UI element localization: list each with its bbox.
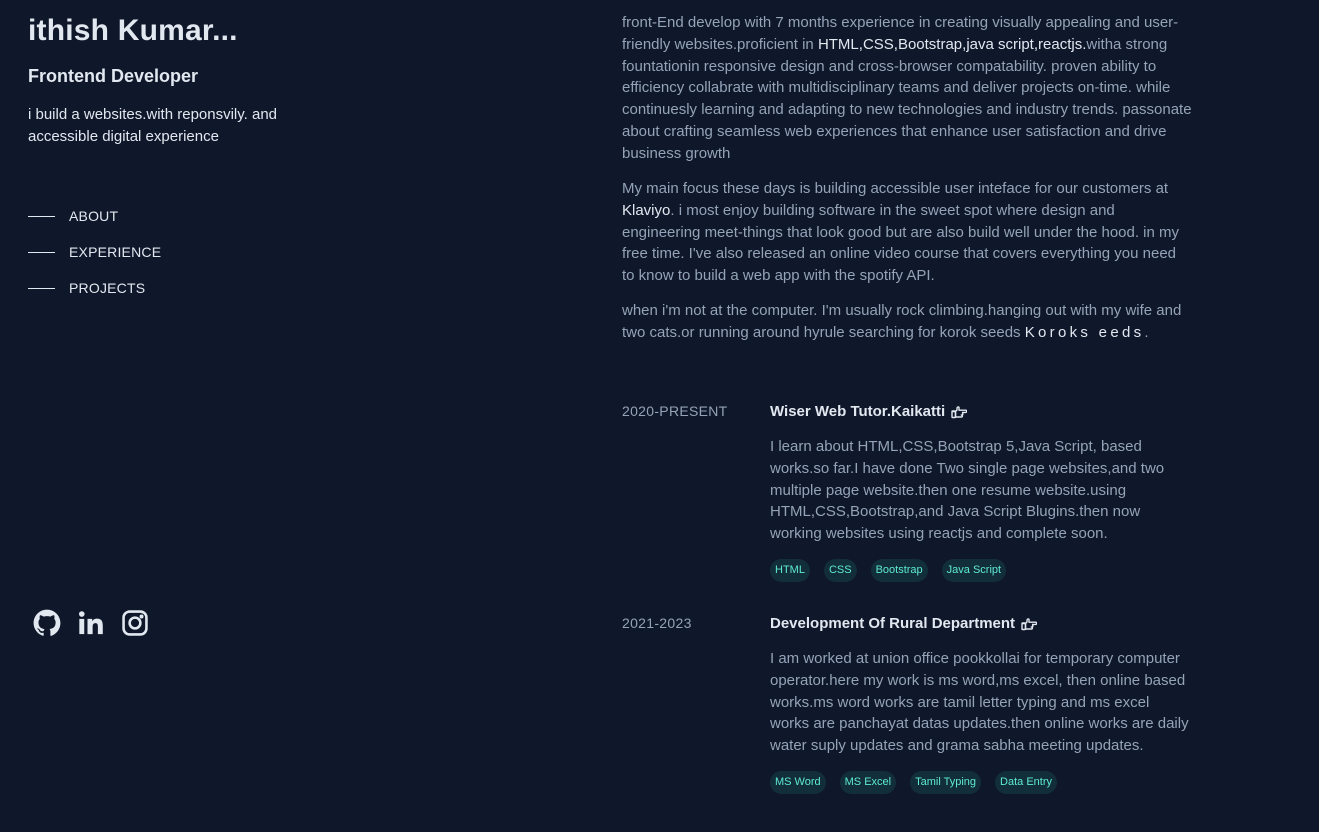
korok-seeds-link[interactable]: Koroks eeds <box>1025 324 1145 341</box>
tech-tag: MS Excel <box>839 770 897 794</box>
nav-item-label: ABOUT <box>69 208 119 224</box>
tech-tag: CSS <box>823 558 857 582</box>
experience-title: Wiser Web Tutor.Kaikatti <box>770 403 946 420</box>
klaviyo-link[interactable]: Klaviyo <box>622 202 670 219</box>
about-paragraph: when i'm not at the computer. I'm usuall… <box>622 300 1197 344</box>
tech-tag: Tamil Typing <box>910 770 982 794</box>
experience-date: 2021-2023 <box>622 615 692 631</box>
pointing-hand-icon <box>951 405 968 418</box>
about-text: My main focus these days is building acc… <box>622 180 1169 197</box>
linkedin-icon[interactable] <box>76 608 106 638</box>
experience-title-link[interactable]: Development Of Rural Department <box>770 613 1190 634</box>
nav-indicator-line <box>28 287 55 289</box>
instagram-icon[interactable] <box>120 608 150 638</box>
nav-item-label: PROJECTS <box>69 280 146 296</box>
tech-tag: MS Word <box>770 770 826 794</box>
pointing-hand-icon <box>1021 617 1038 630</box>
about-text: . <box>1144 323 1149 341</box>
skills-highlight: HTML,CSS,Bootstrap,java script,reactjs. <box>817 35 1087 53</box>
profile-name[interactable]: ithish Kumar... <box>28 14 238 48</box>
about-text: . i most enjoy building software in the … <box>622 201 1180 285</box>
about-text: witha strong fountationin responsive des… <box>622 35 1192 162</box>
about-paragraph: My main focus these days is building acc… <box>622 178 1192 287</box>
nav-indicator-line <box>28 251 55 253</box>
profile-tagline: i build a websites.with reponsvily. and … <box>28 106 278 145</box>
experience-title-link[interactable]: Wiser Web Tutor.Kaikatti <box>770 401 1190 422</box>
nav-item-experience[interactable]: EXPERIENCE <box>28 234 161 270</box>
experience-date: 2020-PRESENT <box>622 403 728 419</box>
experience-description: I learn about HTML,CSS,Bootstrap 5,Java … <box>770 438 1165 543</box>
profile-role: Frontend Developer <box>28 66 199 86</box>
tech-tag: Bootstrap <box>870 558 928 582</box>
experience-body: Wiser Web Tutor.Kaikatti I learn about H… <box>770 401 1190 582</box>
tech-tags: MS Word MS Excel Tamil Typing Data Entry <box>770 770 1190 794</box>
nav-item-about[interactable]: ABOUT <box>28 198 161 234</box>
portfolio-page: ithish Kumar... Frontend Developer i bui… <box>0 0 1319 832</box>
nav-item-label: EXPERIENCE <box>69 244 162 260</box>
nav-indicator-line <box>28 215 55 217</box>
social-links <box>32 608 150 638</box>
experience-title: Development Of Rural Department <box>770 615 1016 632</box>
section-nav: ABOUT EXPERIENCE PROJECTS <box>28 198 161 306</box>
nav-item-projects[interactable]: PROJECTS <box>28 270 161 306</box>
about-paragraph: front-End develop with 7 months experien… <box>622 12 1192 165</box>
experience-description: I am worked at union office pookkollai f… <box>770 650 1189 755</box>
experience-body: Development Of Rural Department I am wor… <box>770 613 1190 794</box>
tech-tag: Data Entry <box>995 770 1058 794</box>
tech-tags: HTML CSS Bootstrap Java Script <box>770 558 1190 582</box>
github-icon[interactable] <box>32 608 62 638</box>
tech-tag: Java Script <box>941 558 1007 582</box>
sidebar: ithish Kumar... Frontend Developer i bui… <box>28 0 448 832</box>
tech-tag: HTML <box>770 558 810 582</box>
